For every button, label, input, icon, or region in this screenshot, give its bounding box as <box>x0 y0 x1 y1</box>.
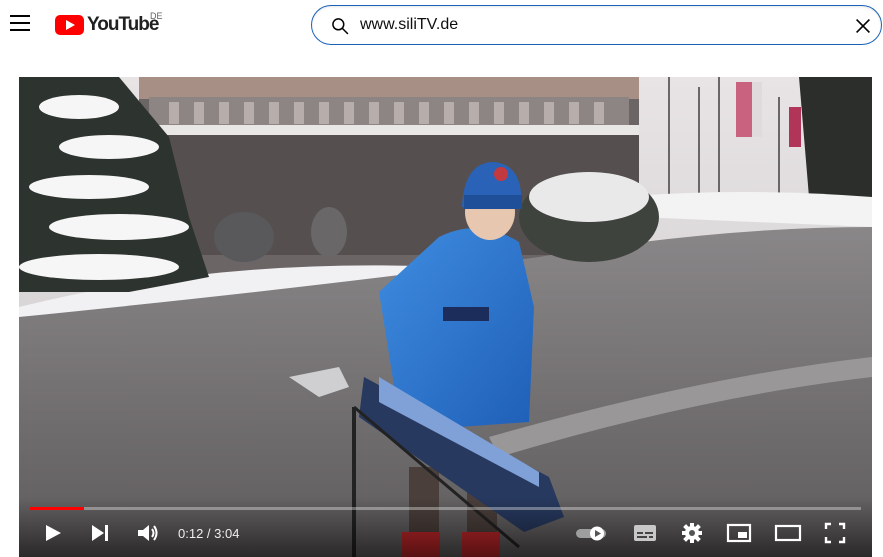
logo-text: YouTube <box>87 14 159 35</box>
autoplay-toggle-icon <box>576 526 606 541</box>
next-icon <box>92 525 108 541</box>
play-icon <box>46 525 61 541</box>
time-display: 0:12 / 3:04 <box>178 526 240 541</box>
subtitles-icon <box>634 525 656 541</box>
settings-icon <box>682 523 702 543</box>
progress-bar[interactable] <box>30 507 861 510</box>
masthead: YouTube DE <box>0 0 883 50</box>
theater-mode-button[interactable] <box>774 519 802 547</box>
video-frame <box>19 77 872 557</box>
fullscreen-icon <box>824 522 846 544</box>
progress-played <box>30 507 84 510</box>
play-button[interactable] <box>42 519 64 547</box>
theater-icon <box>774 524 802 542</box>
player-controls: 0:12 / 3:04 <box>19 497 872 557</box>
subtitles-button[interactable] <box>632 519 658 547</box>
close-icon[interactable] <box>852 15 874 37</box>
autoplay-toggle[interactable] <box>574 519 610 547</box>
youtube-play-icon <box>55 15 84 35</box>
volume-button[interactable] <box>134 519 162 547</box>
miniplayer-button[interactable] <box>726 519 752 547</box>
next-button[interactable] <box>88 519 112 547</box>
search-input[interactable] <box>360 14 840 36</box>
region-code: DE <box>150 11 163 21</box>
menu-icon[interactable] <box>10 15 30 33</box>
video-player[interactable]: 0:12 / 3:04 <box>19 77 872 557</box>
volume-icon <box>138 525 158 541</box>
youtube-logo[interactable]: YouTube <box>55 12 159 38</box>
fullscreen-button[interactable] <box>823 519 847 547</box>
settings-button[interactable] <box>680 519 704 547</box>
search-icon <box>332 18 349 35</box>
miniplayer-icon <box>726 523 752 543</box>
search-box[interactable] <box>311 5 882 45</box>
